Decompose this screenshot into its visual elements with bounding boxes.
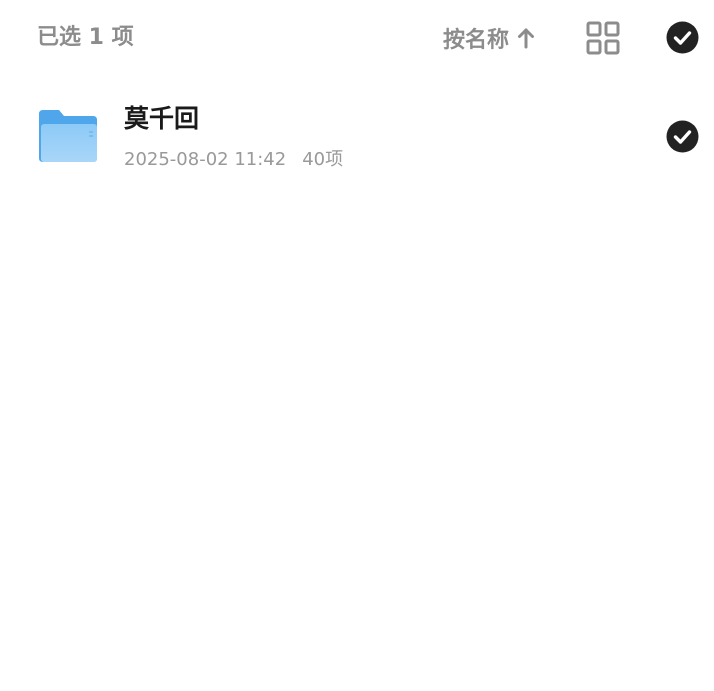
file-list-item[interactable]: 莫千回 2025-08-02 11:42 40项: [0, 92, 714, 184]
selection-toolbar: 已选 1 项 按名称: [0, 0, 714, 78]
item-count: 40项: [302, 149, 344, 170]
selection-count-label: 已选 1 项: [37, 25, 134, 50]
grid-view-icon[interactable]: [586, 21, 620, 55]
sort-by-name-button[interactable]: 按名称: [443, 22, 535, 54]
file-name: 莫千回: [124, 104, 200, 133]
select-all-check-icon[interactable]: [666, 21, 699, 54]
modified-date: 2025-08-02 11:42: [124, 149, 287, 170]
sort-label: 按名称: [443, 28, 510, 53]
file-meta: 2025-08-02 11:42 40项: [124, 147, 343, 173]
folder-icon: [39, 110, 97, 162]
check-circle-icon[interactable]: [666, 120, 699, 153]
arrow-up-icon: [518, 28, 535, 49]
